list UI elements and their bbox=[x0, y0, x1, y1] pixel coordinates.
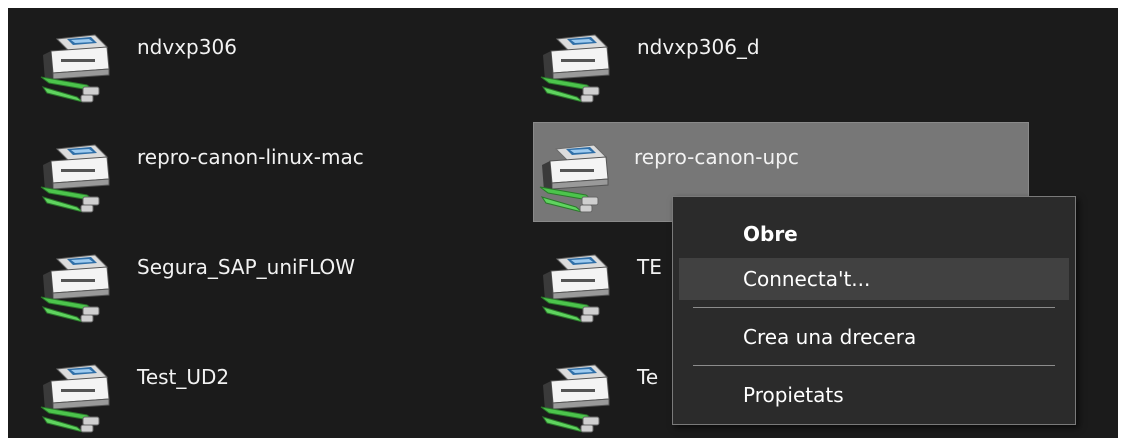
menu-separator bbox=[693, 365, 1055, 366]
printer-list-pane: ndvxp306 ndvxp306_d repro-canon-linux-ma… bbox=[8, 8, 1118, 438]
network-printer-icon bbox=[537, 245, 617, 325]
network-printer-icon bbox=[37, 25, 117, 105]
printer-item-repro-canon-linux-mac[interactable]: repro-canon-linux-mac bbox=[8, 122, 504, 222]
printer-label: TE bbox=[637, 255, 662, 279]
menu-item-connect[interactable]: Connecta't... bbox=[679, 258, 1069, 300]
network-printer-icon bbox=[37, 135, 117, 215]
printer-item-segura-sap-uniflow[interactable]: Segura_SAP_uniFLOW bbox=[8, 232, 504, 332]
menu-item-properties[interactable]: Propietats bbox=[679, 374, 1069, 416]
context-menu: Obre Connecta't... Crea una drecera Prop… bbox=[672, 196, 1076, 425]
network-printer-icon bbox=[537, 25, 617, 105]
printer-label: ndvxp306 bbox=[137, 35, 237, 59]
printer-label: Segura_SAP_uniFLOW bbox=[137, 255, 356, 279]
printer-label: Test_UD2 bbox=[137, 365, 230, 389]
printer-item-test-ud2[interactable]: Test_UD2 bbox=[8, 342, 504, 438]
network-printer-icon bbox=[37, 245, 117, 325]
network-printer-icon bbox=[537, 355, 617, 435]
network-printer-icon bbox=[37, 355, 117, 435]
menu-item-open[interactable]: Obre bbox=[679, 213, 1069, 255]
network-printer-icon bbox=[536, 135, 616, 215]
printer-item-ndvxp306[interactable]: ndvxp306 bbox=[8, 12, 504, 112]
menu-separator bbox=[693, 307, 1055, 308]
printer-label: repro-canon-linux-mac bbox=[137, 145, 364, 169]
printer-label: repro-canon-upc bbox=[634, 145, 799, 169]
menu-item-create-shortcut[interactable]: Crea una drecera bbox=[679, 316, 1069, 358]
printer-label: Te bbox=[637, 365, 659, 389]
printer-item-ndvxp306-d[interactable]: ndvxp306_d bbox=[508, 12, 1004, 112]
printer-label: ndvxp306_d bbox=[637, 35, 760, 59]
